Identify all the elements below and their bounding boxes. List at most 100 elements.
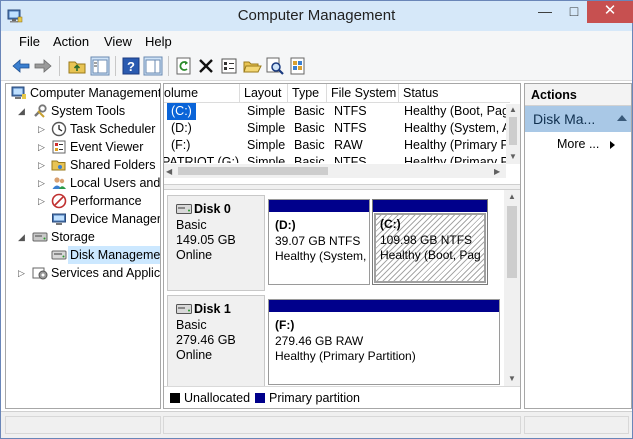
file-system-cell: NTFS	[334, 155, 367, 163]
layout-cell: Simple	[247, 121, 286, 135]
back-arrow-icon[interactable]	[11, 56, 31, 76]
scrollbar-thumb[interactable]	[178, 167, 328, 175]
show-hide-action-pane-icon[interactable]	[143, 56, 163, 76]
status-cell: Healthy (Primary P	[404, 155, 508, 163]
submenu-arrow-icon[interactable]	[610, 141, 615, 149]
menu-view[interactable]: View	[104, 34, 132, 49]
help-icon[interactable]: ?	[121, 56, 141, 76]
status-bar	[1, 411, 632, 438]
actions-pane: Actions Disk Ma... More ...	[524, 83, 632, 409]
expand-triangle-icon[interactable]: ▷	[38, 138, 46, 156]
disk-area-vertical-scrollbar[interactable]: ▲ ▼	[504, 190, 520, 386]
collapse-up-triangle-icon[interactable]	[617, 115, 627, 121]
computer-management-icon	[11, 86, 26, 99]
volume-list-vertical-scrollbar[interactable]: ▲ ▼	[506, 104, 520, 164]
show-hide-console-tree-icon[interactable]	[90, 56, 110, 76]
scroll-up-arrow-icon[interactable]: ▲	[508, 192, 516, 201]
partition-status: Healthy (Boot, Pag	[380, 248, 481, 262]
properties-icon[interactable]	[219, 56, 239, 76]
volume-row[interactable]: PATRIOT (G:) Simple Basic NTFS Healthy (…	[164, 154, 510, 163]
menu-file[interactable]: File	[19, 34, 40, 49]
file-system-cell: RAW	[334, 138, 363, 152]
layout-cell: Simple	[247, 155, 286, 163]
close-button[interactable]: ✕	[587, 1, 633, 23]
performance-icon	[51, 193, 67, 209]
partition-details: (F:) 279.46 GB RAW Healthy (Primary Part…	[271, 316, 497, 382]
primary-partition-swatch	[255, 393, 265, 403]
disk-0-info[interactable]: Disk 0 Basic 149.05 GB Online	[167, 195, 265, 291]
status-cell: Healthy (Primary P	[404, 138, 508, 152]
volume-row[interactable]: (D:) Simple Basic NTFS Healthy (System, …	[164, 120, 510, 137]
export-list-icon[interactable]	[288, 56, 308, 76]
event-viewer-icon	[52, 140, 66, 154]
status-cell: Healthy (Boot, Pag	[404, 104, 508, 118]
volume-row[interactable]: (C:) Simple Basic NTFS Healthy (Boot, Pa…	[164, 103, 510, 120]
title-bar[interactable]: Computer Management — □ ✕	[1, 1, 633, 31]
services-icon	[32, 267, 48, 280]
svg-text:?: ?	[127, 59, 135, 74]
expand-triangle-icon[interactable]: ▷	[38, 174, 46, 192]
type-cell: Basic	[294, 155, 325, 163]
type-cell: Basic	[294, 138, 325, 152]
disk-type: Basic	[176, 218, 207, 232]
partition-d[interactable]: (D:) 39.07 GB NTFS Healthy (System,	[268, 199, 370, 285]
actions-section-disk-management[interactable]: Disk Ma...	[525, 106, 631, 132]
file-system-cell: NTFS	[334, 104, 367, 118]
column-header-file-system[interactable]: File System	[327, 84, 399, 103]
up-folder-icon[interactable]	[67, 56, 87, 76]
partition-label: (C:)	[380, 217, 401, 231]
menu-action[interactable]: Action	[53, 34, 89, 49]
disk-type: Basic	[176, 318, 207, 332]
disk-1-info[interactable]: Disk 1 Basic 279.46 GB Online	[167, 295, 265, 391]
refresh-icon[interactable]	[174, 56, 194, 76]
users-icon	[52, 177, 66, 189]
expand-triangle-icon[interactable]: ▷	[38, 192, 46, 210]
disk-name: Disk 1	[194, 302, 231, 316]
tree-label: Local Users and	[70, 176, 161, 190]
open-folder-icon[interactable]	[242, 56, 262, 76]
shared-folder-icon	[51, 160, 66, 171]
expand-triangle-icon[interactable]: ▷	[38, 156, 46, 174]
expand-triangle-icon[interactable]: ▷	[38, 120, 46, 138]
scroll-right-arrow-icon[interactable]: ▶	[494, 167, 500, 176]
actions-header: Actions	[525, 84, 631, 106]
partition-c[interactable]: (C:) 109.98 GB NTFS Healthy (Boot, Pag	[372, 199, 488, 285]
partition-label: (D:)	[275, 218, 296, 232]
tree-label: Disk Manageme	[68, 246, 161, 264]
partition-f[interactable]: (F:) 279.46 GB RAW Healthy (Primary Part…	[268, 299, 500, 385]
scroll-down-arrow-icon[interactable]: ▼	[509, 152, 517, 161]
column-header-volume[interactable]: olume	[164, 84, 240, 103]
maximize-button[interactable]: □	[561, 1, 587, 23]
scroll-up-arrow-icon[interactable]: ▲	[509, 105, 517, 114]
console-tree-pane[interactable]: Computer Management ◢ System Tools ▷ Tas…	[5, 83, 161, 409]
forward-arrow-icon[interactable]	[33, 56, 53, 76]
scrollbar-thumb[interactable]	[509, 117, 517, 145]
delete-icon[interactable]	[196, 56, 216, 76]
tree-label: Event Viewer	[70, 140, 144, 154]
volume-list-horizontal-scrollbar[interactable]: ◀ ▶	[164, 164, 506, 178]
disk-name: Disk 0	[194, 202, 231, 216]
column-header-status[interactable]: Status	[399, 84, 510, 103]
more-actions-link[interactable]: More ...	[557, 137, 599, 151]
computer-management-window: Computer Management — □ ✕ File Action Vi…	[0, 0, 633, 439]
partition-size: 109.98 GB NTFS	[380, 232, 473, 247]
disk-management-icon	[51, 250, 67, 260]
legend-primary-partition: Primary partition	[269, 391, 360, 405]
scrollbar-thumb[interactable]	[507, 206, 517, 278]
collapse-triangle-icon[interactable]: ◢	[18, 228, 26, 246]
disk-layout-area: Disk 0 Basic 149.05 GB Online (D:) 39.07…	[164, 190, 504, 391]
minimize-button[interactable]: —	[531, 1, 559, 23]
collapse-triangle-icon[interactable]: ◢	[18, 102, 26, 120]
column-header-type[interactable]: Type	[288, 84, 327, 103]
scroll-down-arrow-icon[interactable]: ▼	[508, 374, 516, 383]
volume-cell: (F:)	[171, 138, 191, 152]
scroll-left-arrow-icon[interactable]: ◀	[166, 167, 172, 176]
volume-row[interactable]: (F:) Simple Basic RAW Healthy (Primary P	[164, 137, 510, 154]
column-header-layout[interactable]: Layout	[240, 84, 288, 103]
menu-help[interactable]: Help	[145, 34, 172, 49]
tree-label: Storage	[51, 230, 95, 244]
primary-partition-bar	[373, 200, 487, 212]
type-cell: Basic	[294, 104, 325, 118]
search-icon[interactable]	[265, 56, 285, 76]
expand-triangle-icon[interactable]: ▷	[18, 264, 26, 282]
